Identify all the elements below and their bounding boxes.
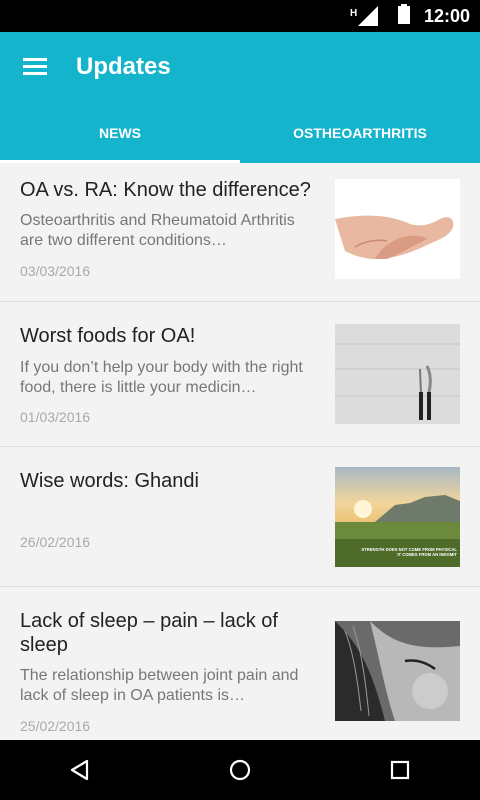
fork-knife-image <box>335 324 460 424</box>
home-icon[interactable] <box>210 750 270 790</box>
navigation-bar <box>0 740 480 800</box>
article-date: 25/02/2016 <box>20 718 91 734</box>
article-title: Worst foods for OA! <box>20 325 196 347</box>
hands-image <box>335 179 460 279</box>
article-description: Osteoarthritis and Rheumatoid Arthritis … <box>20 212 295 249</box>
article-title: Wise words: Ghandi <box>20 470 199 492</box>
network-type: H <box>350 8 357 19</box>
signal-icon: H <box>350 6 384 26</box>
article-card[interactable]: OA vs. RA: Know the difference? Osteoart… <box>0 163 480 302</box>
tab-bar: NEWS OSTHEOARTHRITIS <box>0 110 480 163</box>
article-description: If you don’t help your body with the rig… <box>20 359 303 396</box>
article-card[interactable]: Lack of sleep – pain – lack of sleep The… <box>0 587 480 740</box>
article-date: 01/03/2016 <box>20 409 91 425</box>
battery-icon <box>397 3 410 29</box>
page-title: Updates <box>76 53 171 80</box>
sleeping-face-image <box>335 621 460 721</box>
status-time: 12:00 <box>423 5 470 26</box>
article-description: The relationship between joint pain and … <box>20 667 299 704</box>
article-title: OA vs. RA: Know the difference? <box>20 179 311 201</box>
landscape-quote-image: STRENGTH DOES NOT COME FROM PHYSICAL IT … <box>335 467 460 567</box>
article-card[interactable]: Wise words: Ghandi 26/02/2016 STRENGTH D… <box>0 447 480 587</box>
app-bar: Updates NEWS OSTHEOARTHRITIS <box>0 32 480 163</box>
quote-text-line2: IT COMES FROM AN INDOMIT <box>397 552 457 557</box>
status-bar: H 12:00 <box>0 0 480 32</box>
tab-ostheoarthritis[interactable]: OSTHEOARTHRITIS <box>240 110 480 163</box>
recents-icon[interactable] <box>370 750 430 790</box>
menu-icon[interactable] <box>18 54 52 84</box>
article-date: 03/03/2016 <box>20 263 91 279</box>
article-list: OA vs. RA: Know the difference? Osteoart… <box>0 163 480 740</box>
back-icon[interactable] <box>50 750 110 790</box>
article-title: Lack of sleep – pain – lack of sleep <box>20 610 278 656</box>
tab-news[interactable]: NEWS <box>0 110 240 163</box>
article-date: 26/02/2016 <box>20 534 91 550</box>
article-card[interactable]: Worst foods for OA! If you don’t help yo… <box>0 302 480 447</box>
